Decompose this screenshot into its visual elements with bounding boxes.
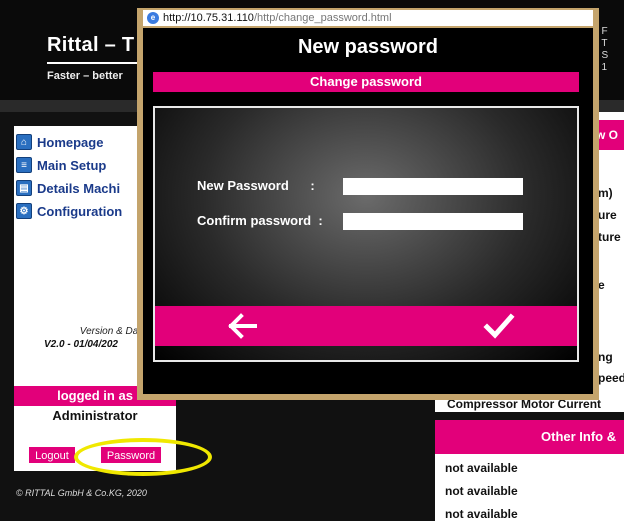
other-info-list: not available not available not availabl… bbox=[435, 454, 624, 521]
home-icon: ⌂ bbox=[16, 134, 32, 150]
sidebar-item-label: Details Machi bbox=[37, 180, 121, 196]
details-icon: ▤ bbox=[16, 180, 32, 196]
password-form: New Password : Confirm password : bbox=[153, 106, 579, 362]
version-value: V2.0 - 01/04/202 bbox=[44, 339, 118, 350]
config-icon: ⚙ bbox=[16, 203, 32, 219]
sidebar-item-label: Homepage bbox=[37, 134, 104, 150]
popup-body: New password Change password New Passwor… bbox=[143, 28, 593, 394]
url-host: http://10.75.31.110 bbox=[163, 12, 254, 24]
right-panel: w O m) ure ture e ng peed bbox=[596, 112, 624, 412]
brand-underline bbox=[47, 62, 137, 64]
sidebar-item-label: Main Setup bbox=[37, 157, 107, 173]
checkmark-icon[interactable] bbox=[483, 310, 515, 342]
sidebar-item-label: Configuration bbox=[37, 203, 123, 219]
address-bar: e http://10.75.31.110/http/change_passwo… bbox=[143, 10, 593, 26]
confirm-password-input[interactable] bbox=[343, 213, 523, 230]
url-path: /http/change_password.html bbox=[253, 12, 392, 24]
other-info-header: Other Info & bbox=[435, 420, 624, 454]
user-name: Administrator bbox=[52, 408, 138, 423]
right-panel-row: ure bbox=[598, 208, 617, 222]
change-password-bar: Change password bbox=[153, 72, 579, 92]
right-panel-header: w O bbox=[596, 120, 624, 150]
action-bar bbox=[155, 306, 577, 346]
right-panel-row: m) bbox=[598, 186, 613, 200]
right-panel-row: e bbox=[598, 278, 605, 292]
list-item: not available bbox=[445, 461, 518, 475]
popup-title: New password bbox=[297, 36, 439, 58]
list-item: not available bbox=[445, 507, 518, 521]
right-panel-row: ture bbox=[598, 230, 621, 244]
back-arrow-icon[interactable] bbox=[227, 310, 259, 342]
right-panel-row: ng bbox=[598, 350, 613, 364]
highlight-ellipse bbox=[74, 438, 212, 476]
new-password-label: New Password : bbox=[197, 178, 315, 193]
copyright: © RITTAL GmbH & Co.KG, 2020 bbox=[16, 488, 147, 498]
right-panel-row: peed bbox=[598, 371, 624, 385]
list-item: not available bbox=[445, 484, 518, 498]
brand-title: Rittal – T bbox=[47, 34, 135, 56]
change-password-popup: e http://10.75.31.110/http/change_passwo… bbox=[137, 8, 599, 400]
setup-icon: ≡ bbox=[16, 157, 32, 173]
confirm-password-label: Confirm password : bbox=[197, 213, 323, 228]
new-password-input[interactable] bbox=[343, 178, 523, 195]
browser-icon: e bbox=[147, 12, 159, 24]
brand-tagline: Faster – better bbox=[47, 70, 123, 82]
logout-button[interactable]: Logout bbox=[28, 446, 76, 464]
